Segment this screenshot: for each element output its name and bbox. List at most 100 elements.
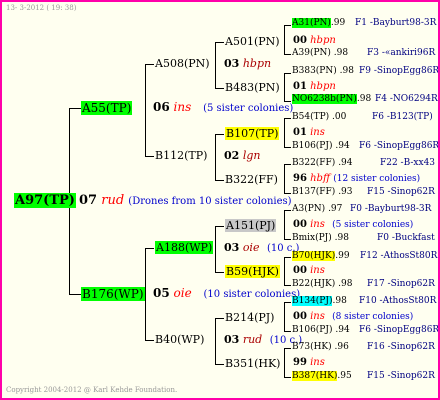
connector-line bbox=[284, 164, 291, 165]
connector-line bbox=[284, 118, 291, 119]
node-b112[interactable]: B112(TP) bbox=[155, 150, 207, 161]
connector-line bbox=[145, 64, 146, 156]
connector-line bbox=[215, 318, 216, 364]
leaf-queen[interactable]: A39(PN) bbox=[292, 48, 331, 58]
leaf-queen[interactable]: B134(PJ) bbox=[292, 296, 333, 306]
leaf-row: A3(PN) .97 bbox=[292, 204, 343, 214]
node-a501[interactable]: A501(PN) bbox=[225, 36, 280, 47]
connector-line bbox=[284, 348, 291, 349]
leaf-row: B383(PN) .98 bbox=[292, 66, 354, 76]
b322-mating: 96 hbff (12 sister colonies) bbox=[293, 173, 421, 184]
b112-mating: 02 lgn bbox=[224, 149, 261, 162]
connector-line bbox=[215, 88, 224, 89]
b40-mating: 03 rud (10 c.) bbox=[224, 333, 303, 346]
connector-line bbox=[284, 210, 291, 211]
connector-line bbox=[284, 210, 285, 239]
leaf-row: NO6238b(PN).98 bbox=[292, 94, 372, 104]
leaf-queen[interactable]: B137(FF) bbox=[292, 187, 335, 197]
connector-line bbox=[284, 25, 291, 26]
node-b214[interactable]: B214(PJ) bbox=[225, 312, 274, 323]
leaf-row: Bmix(PJ) .98 bbox=[292, 233, 349, 243]
connector-line bbox=[284, 73, 285, 101]
leaf-queen[interactable]: B106(PJ) bbox=[292, 325, 332, 335]
dam-b176[interactable]: B176(WP) bbox=[81, 287, 145, 301]
leaf-ref: F9 -SinopEgg86R bbox=[359, 66, 440, 76]
connector-line bbox=[284, 25, 285, 54]
connector-line bbox=[69, 108, 81, 109]
connector-line bbox=[215, 134, 224, 135]
node-b351[interactable]: B351(HK) bbox=[225, 358, 280, 369]
leaf-queen[interactable]: A31(PN) bbox=[292, 18, 331, 28]
connector-line bbox=[284, 377, 291, 378]
leaf-ref: F15 -Sinop62R bbox=[367, 371, 435, 381]
leaf-ref: F16 -Sinop62R bbox=[367, 342, 435, 352]
leaf-queen[interactable]: NO6238b(PN) bbox=[292, 94, 357, 104]
connector-line bbox=[215, 134, 216, 180]
root-queen[interactable]: A97(TP) bbox=[14, 193, 76, 208]
leaf-queen[interactable]: B383(PN) bbox=[292, 66, 337, 76]
root-mating: 07 rud (Drones from 10 sister colonies) bbox=[79, 193, 292, 208]
connector-line bbox=[284, 257, 285, 285]
connector-line bbox=[284, 164, 285, 193]
node-a188[interactable]: A188(WP) bbox=[155, 241, 214, 254]
leaf-row: A31(PN).99 bbox=[292, 18, 346, 28]
connector-line bbox=[215, 42, 216, 88]
connector-line bbox=[284, 239, 291, 240]
a188-mating: 03 oie (10 c.) bbox=[224, 241, 300, 254]
connector-line bbox=[69, 294, 81, 295]
leaf-row: B70(HJK).99 bbox=[292, 251, 350, 261]
leaf-queen[interactable]: A3(PN) bbox=[292, 204, 325, 214]
node-a151[interactable]: A151(PJ) bbox=[225, 219, 277, 232]
copyright-footer: Copyright 2004-2012 @ Karl Kehde Foundat… bbox=[6, 386, 178, 394]
leaf-ref: F6 -B123(TP) bbox=[372, 112, 433, 122]
leaf-ref: F1 -Bayburt98-3R bbox=[355, 18, 437, 28]
leaf-queen[interactable]: B70(HJK) bbox=[292, 251, 336, 261]
connector-line bbox=[145, 248, 146, 340]
b351-mating: 99 ins bbox=[293, 357, 325, 368]
connector-line bbox=[215, 226, 224, 227]
leaf-ref: F6 -SinopEgg86R bbox=[359, 325, 440, 335]
connector-line bbox=[284, 285, 291, 286]
leaf-ref: F12 -AthosSt80R bbox=[360, 251, 438, 261]
a55-mating: 06 ins (5 sister colonies) bbox=[153, 100, 294, 114]
leaf-row: B322(FF) .94 bbox=[292, 158, 353, 168]
a508-mating: 03 hbpn bbox=[224, 57, 272, 70]
b59-mating: 00 ins bbox=[293, 265, 325, 276]
leaf-row: B134(PJ).98 bbox=[292, 296, 347, 306]
node-b40[interactable]: B40(WP) bbox=[155, 334, 204, 345]
leaf-row: B387(HK).95 bbox=[292, 371, 352, 381]
leaf-ref: F0 -Bayburt98-3R bbox=[350, 204, 432, 214]
leaf-ref: F6 -SinopEgg86R bbox=[359, 141, 440, 151]
leaf-queen[interactable]: B22(HJK) bbox=[292, 279, 335, 289]
leaf-queen[interactable]: B73(HK) bbox=[292, 342, 332, 352]
node-a508[interactable]: A508(PN) bbox=[155, 58, 210, 69]
leaf-queen[interactable]: B54(TP) bbox=[292, 112, 329, 122]
leaf-queen[interactable]: B322(FF) bbox=[292, 158, 335, 168]
a151-mating: 00 ins (5 sister colonies) bbox=[293, 219, 414, 230]
node-b483[interactable]: B483(PN) bbox=[225, 82, 280, 93]
node-b107[interactable]: B107(TP) bbox=[225, 127, 280, 140]
leaf-row: A39(PN) .98 bbox=[292, 48, 349, 58]
connector-line bbox=[145, 340, 154, 341]
connector-line bbox=[284, 73, 291, 74]
connector-line bbox=[145, 64, 154, 65]
leaf-queen[interactable]: B387(HK) bbox=[292, 371, 338, 381]
connector-line bbox=[284, 348, 285, 377]
connector-line bbox=[284, 302, 291, 303]
leaf-ref: F4 -NO6294R bbox=[375, 94, 438, 104]
leaf-ref: F3 -«ankiri96R bbox=[367, 48, 436, 58]
connector-line bbox=[145, 156, 154, 157]
leaf-queen[interactable]: B106(PJ) bbox=[292, 141, 332, 151]
node-b322[interactable]: B322(FF) bbox=[225, 174, 278, 185]
leaf-row: B54(TP) .00 bbox=[292, 112, 347, 122]
connector-line bbox=[215, 180, 224, 181]
leaf-queen[interactable]: Bmix(PJ) bbox=[292, 233, 332, 243]
connector-line bbox=[284, 147, 291, 148]
node-b59[interactable]: B59(HJK) bbox=[225, 265, 280, 278]
connector-line bbox=[215, 42, 224, 43]
b176-mating: 05 oie (10 sister colonies) bbox=[153, 286, 301, 300]
sire-a55[interactable]: A55(TP) bbox=[81, 101, 133, 115]
b483-mating: 01 hbpn bbox=[293, 81, 336, 92]
date-stamp: 13- 3-2012 ( 19: 38) bbox=[6, 4, 77, 12]
leaf-ref: F0 -Buckfast bbox=[377, 233, 435, 243]
